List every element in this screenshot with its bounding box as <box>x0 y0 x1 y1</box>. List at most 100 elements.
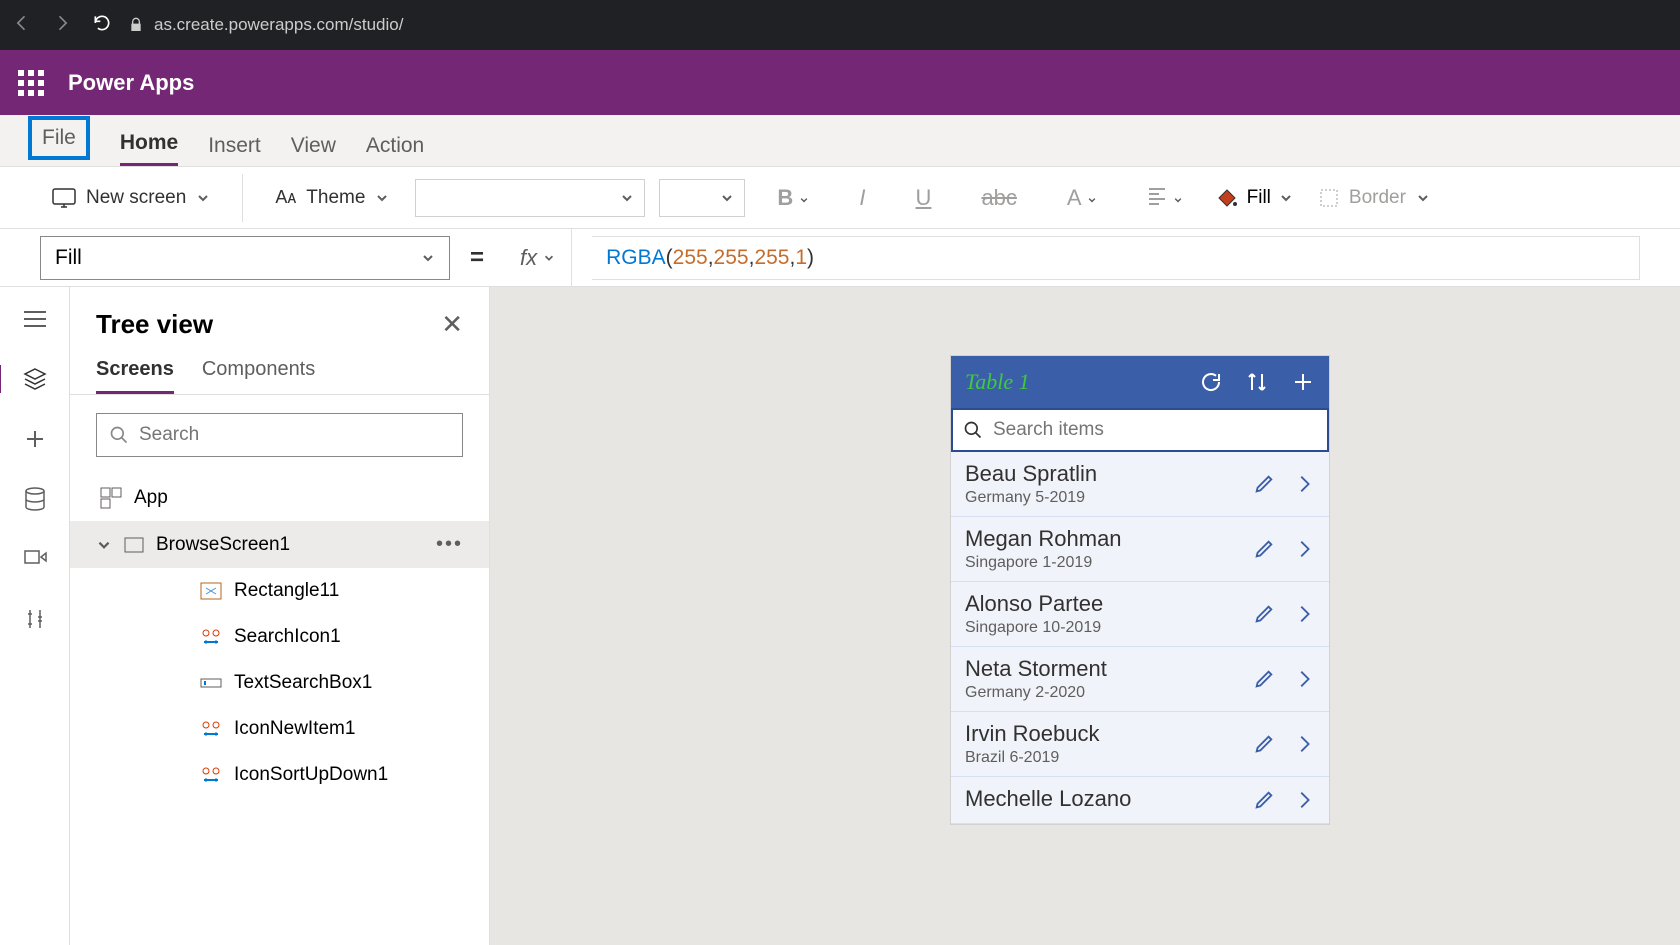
chevron-right-icon[interactable] <box>1293 473 1315 495</box>
edit-icon[interactable] <box>1253 789 1275 811</box>
list-item[interactable]: Mechelle Lozano <box>951 777 1329 824</box>
sort-icon[interactable] <box>1245 370 1269 394</box>
tree-panel: Tree view ✕ Screens Components App Brows… <box>70 287 490 945</box>
equals-sign: = <box>470 244 484 272</box>
app-title: Power Apps <box>68 70 194 96</box>
chevron-down-icon <box>799 195 809 205</box>
browser-chrome: as.create.powerapps.com/studio/ <box>0 0 1680 50</box>
edit-icon[interactable] <box>1253 668 1275 690</box>
close-panel-button[interactable]: ✕ <box>441 309 463 340</box>
underline-button[interactable]: U <box>898 185 950 211</box>
chevron-right-icon[interactable] <box>1293 668 1315 690</box>
tree-title: Tree view <box>96 309 213 340</box>
chevron-down-icon <box>196 191 210 205</box>
edit-icon[interactable] <box>1253 538 1275 560</box>
strikethrough-button[interactable]: abc <box>963 185 1034 211</box>
tree-item-rectangle11[interactable]: Rectangle11 <box>70 568 489 614</box>
back-button[interactable] <box>12 13 32 38</box>
chevron-down-icon <box>1416 191 1430 205</box>
tools-icon <box>23 607 47 631</box>
media-icon <box>23 547 47 571</box>
reload-button[interactable] <box>92 13 112 38</box>
textbox-icon <box>200 674 222 692</box>
item-subtitle: Singapore 10-2019 <box>965 619 1103 637</box>
address-bar[interactable]: as.create.powerapps.com/studio/ <box>128 15 403 35</box>
media-button[interactable] <box>21 545 49 573</box>
size-dropdown[interactable] <box>659 179 745 217</box>
chevron-down-icon <box>1087 195 1097 205</box>
fill-button[interactable]: Fill <box>1215 186 1293 210</box>
more-button[interactable]: ••• <box>436 533 463 556</box>
chevron-right-icon[interactable] <box>1293 603 1315 625</box>
search-icon <box>109 425 129 445</box>
edit-icon[interactable] <box>1253 603 1275 625</box>
tree-search[interactable] <box>96 413 463 457</box>
rectangle-icon <box>200 582 222 600</box>
app-preview: Table 1 Beau Spratlin Germany 5-2019 Meg… <box>950 355 1330 825</box>
tab-home[interactable]: Home <box>120 131 178 166</box>
list-item[interactable]: Megan Rohman Singapore 1-2019 <box>951 517 1329 582</box>
edit-icon[interactable] <box>1253 733 1275 755</box>
waffle-icon[interactable] <box>18 70 44 96</box>
item-name: Beau Spratlin <box>965 461 1097 487</box>
font-color-button[interactable]: A <box>1049 185 1115 211</box>
tab-view[interactable]: View <box>291 134 336 166</box>
tree-item-textsearchbox1[interactable]: TextSearchBox1 <box>70 660 489 706</box>
item-subtitle: Singapore 1-2019 <box>965 554 1122 572</box>
tree-item-iconsortupdown1[interactable]: IconSortUpDown1 <box>70 752 489 798</box>
italic-button[interactable]: I <box>841 185 883 211</box>
hamburger-button[interactable] <box>21 305 49 333</box>
chevron-down-icon <box>421 251 435 265</box>
search-icon <box>963 420 983 440</box>
tree-tab-components[interactable]: Components <box>202 350 315 394</box>
tab-insert[interactable]: Insert <box>208 134 261 166</box>
chevron-down-icon[interactable] <box>96 537 112 553</box>
tab-action[interactable]: Action <box>366 134 424 166</box>
tree-item-searchicon1[interactable]: SearchIcon1 <box>70 614 489 660</box>
chevron-right-icon[interactable] <box>1293 538 1315 560</box>
list-item[interactable]: Beau Spratlin Germany 5-2019 <box>951 452 1329 517</box>
item-name: Mechelle Lozano <box>965 786 1131 812</box>
tab-file[interactable]: File <box>28 116 90 160</box>
border-button[interactable]: Border <box>1307 181 1442 215</box>
new-screen-button[interactable]: New screen <box>40 181 222 215</box>
item-name: Irvin Roebuck <box>965 721 1100 747</box>
plus-icon[interactable] <box>1291 370 1315 394</box>
edit-icon[interactable] <box>1253 473 1275 495</box>
preview-search-input[interactable] <box>993 419 1317 441</box>
tree-search-input[interactable] <box>139 424 450 446</box>
tree-item-browsescreen1[interactable]: BrowseScreen1 ••• <box>70 521 489 568</box>
item-name: Neta Storment <box>965 656 1107 682</box>
chevron-right-icon[interactable] <box>1293 733 1315 755</box>
chevron-down-icon <box>720 191 734 205</box>
preview-search[interactable] <box>951 408 1329 452</box>
tree-item-app[interactable]: App <box>70 475 489 521</box>
control-icon <box>200 628 222 646</box>
tools-button[interactable] <box>21 605 49 633</box>
fx-label[interactable]: fx <box>504 229 572 286</box>
data-button[interactable] <box>21 485 49 513</box>
item-subtitle: Germany 5-2019 <box>965 489 1097 507</box>
chevron-down-icon <box>620 191 634 205</box>
list-item[interactable]: Irvin Roebuck Brazil 6-2019 <box>951 712 1329 777</box>
chevron-right-icon[interactable] <box>1293 789 1315 811</box>
item-subtitle: Brazil 6-2019 <box>965 749 1100 767</box>
chevron-down-icon <box>543 252 555 264</box>
control-icon <box>200 766 222 784</box>
refresh-icon[interactable] <box>1199 370 1223 394</box>
list-item[interactable]: Alonso Partee Singapore 10-2019 <box>951 582 1329 647</box>
formula-input[interactable]: RGBA(255, 255, 255, 1) <box>592 236 1640 280</box>
bold-button[interactable]: B <box>759 185 827 211</box>
database-icon <box>24 487 46 511</box>
align-button[interactable] <box>1129 185 1201 211</box>
insert-button[interactable] <box>21 425 49 453</box>
tree-view-button[interactable] <box>0 365 68 393</box>
property-selector[interactable]: Fill <box>40 236 450 280</box>
list-item[interactable]: Neta Storment Germany 2-2020 <box>951 647 1329 712</box>
forward-button[interactable] <box>52 13 72 38</box>
canvas[interactable]: Table 1 Beau Spratlin Germany 5-2019 Meg… <box>490 287 1680 945</box>
theme-button[interactable]: Aᴀ Theme <box>263 181 401 215</box>
tree-item-iconnewitem1[interactable]: IconNewItem1 <box>70 706 489 752</box>
tree-tab-screens[interactable]: Screens <box>96 350 174 394</box>
font-dropdown[interactable] <box>415 179 645 217</box>
